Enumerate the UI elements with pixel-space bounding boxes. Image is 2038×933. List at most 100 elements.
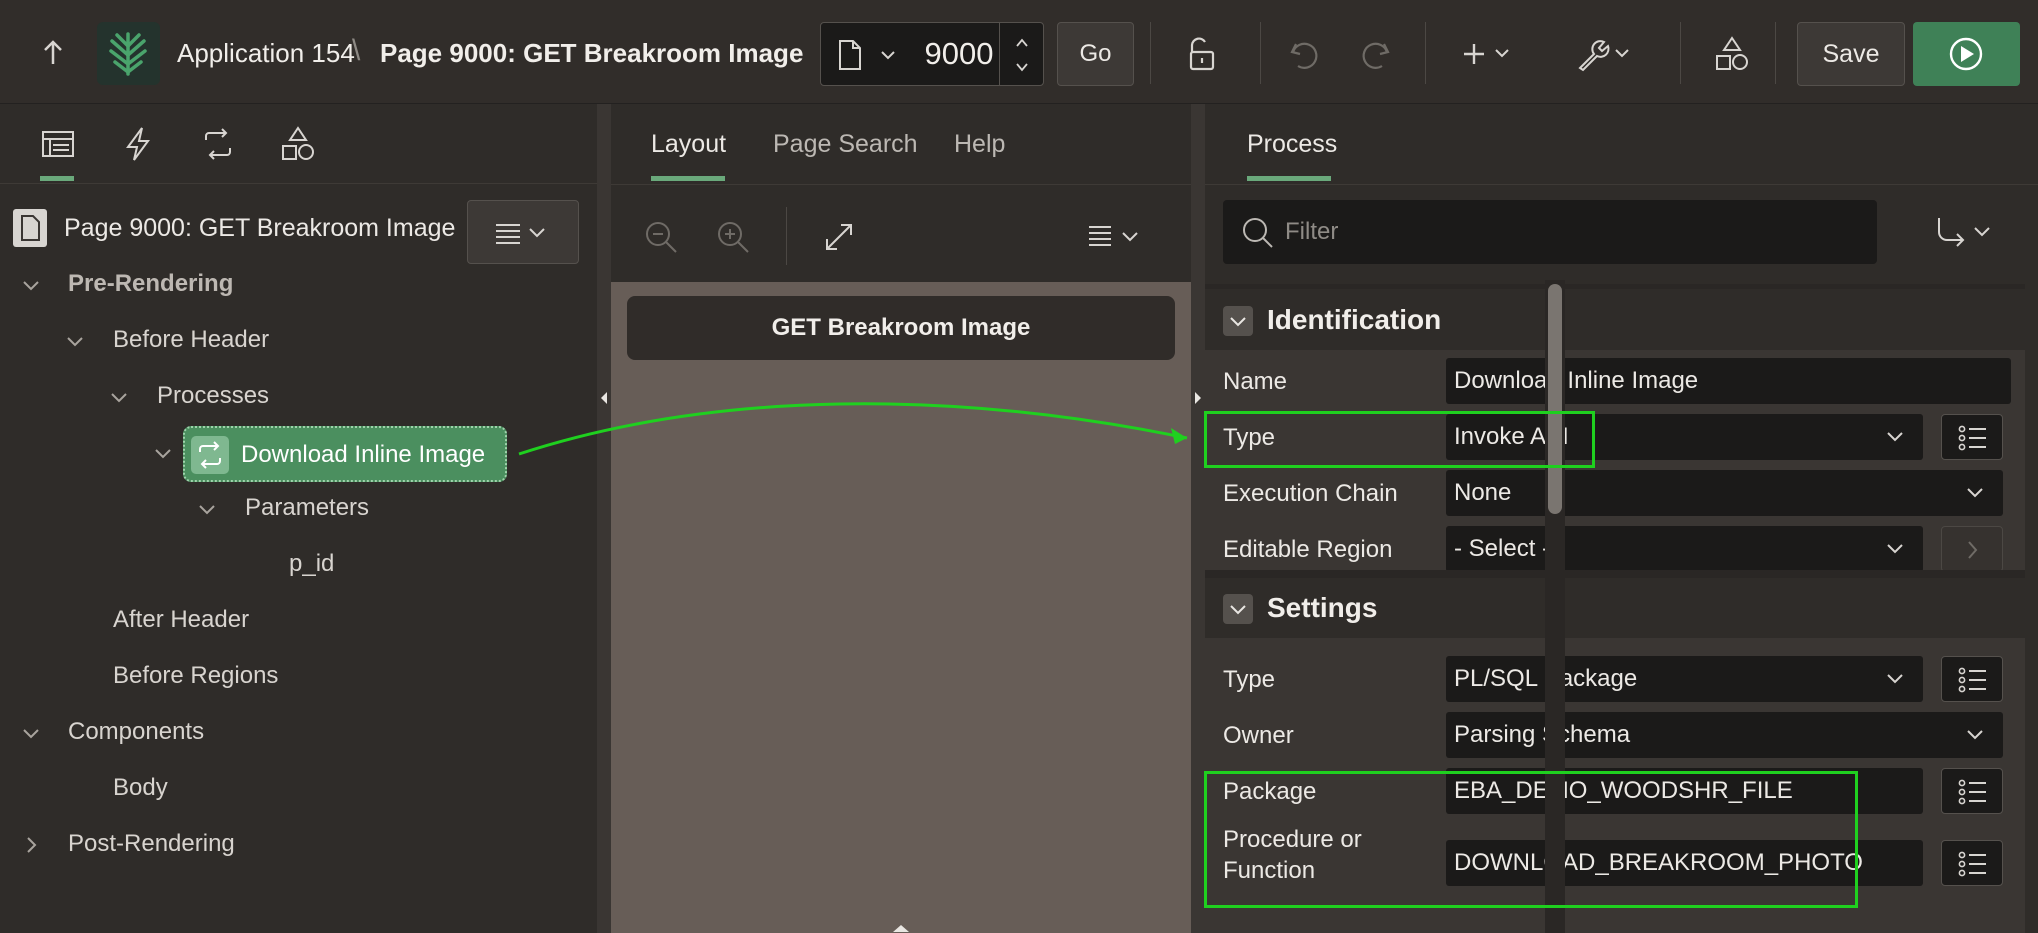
chevron-down-icon[interactable]	[64, 330, 86, 352]
tab-help[interactable]: Help	[954, 130, 1005, 159]
name-field[interactable]: Download Inline Image	[1446, 358, 2011, 404]
execution-chain-label: Execution Chain	[1223, 480, 1398, 507]
annotation-arrow	[518, 402, 1188, 456]
package-label: Package	[1223, 778, 1317, 805]
collapse-icon[interactable]	[1223, 306, 1253, 336]
center-tabs: Layout Page Search Help	[611, 104, 1191, 184]
owner-select[interactable]: Parsing Schema	[1446, 712, 2003, 758]
go-button[interactable]: Go	[1057, 22, 1134, 86]
tree-menu-button[interactable]	[467, 200, 579, 264]
chevron-down-icon[interactable]	[108, 386, 130, 408]
identification-title: Identification	[1267, 304, 1442, 335]
identification-header[interactable]: Identification	[1205, 290, 2025, 350]
right-splitter[interactable]	[1191, 104, 1205, 933]
settings-type-select[interactable]: PL/SQL Package	[1446, 656, 1923, 702]
tree-node-post-rendering[interactable]: Post-Rendering	[68, 830, 235, 858]
region-title-bar[interactable]: GET Breakroom Image	[627, 296, 1175, 360]
go-to-region-button[interactable]	[1941, 526, 2003, 572]
chevron-down-icon[interactable]	[196, 498, 218, 520]
shapes-icon[interactable]	[1712, 34, 1752, 74]
procedure-field[interactable]: DOWNLOAD_BREAKROOM_PHOTO	[1446, 840, 1923, 886]
owner-value: Parsing Schema	[1454, 721, 1631, 748]
create-menu-icon[interactable]	[1462, 34, 1522, 74]
app-logo-icon[interactable]	[97, 22, 160, 85]
collapse-icon[interactable]	[1223, 594, 1253, 624]
go-to-group-menu-icon[interactable]	[1925, 210, 2015, 254]
layout-canvas: GET Breakroom Image	[611, 282, 1191, 933]
execution-chain-select[interactable]: None	[1446, 470, 2003, 516]
arrow-up-icon[interactable]	[36, 36, 70, 70]
caret-up-icon[interactable]	[889, 922, 913, 933]
tree-node-before-header[interactable]: Before Header	[113, 326, 269, 354]
chevron-down-icon[interactable]	[20, 274, 42, 296]
tab-process[interactable]: Process	[1247, 130, 1337, 159]
app-name-link[interactable]: Application 154	[177, 38, 355, 69]
tree-node-selected-process[interactable]: Download Inline Image	[183, 426, 507, 482]
filter-input[interactable]	[1285, 210, 1845, 254]
tab-page-search[interactable]: Page Search	[773, 130, 918, 159]
procedure-label-line2: Function	[1223, 857, 1316, 884]
chevron-up-icon[interactable]	[1014, 35, 1030, 51]
undo-icon[interactable]	[1284, 34, 1324, 74]
page-icon[interactable]	[837, 39, 863, 71]
chevron-down-icon	[1965, 724, 1985, 744]
tab-layout[interactable]: Layout	[651, 130, 726, 159]
active-tab-indicator	[651, 176, 725, 181]
processing-tab-icon[interactable]	[198, 124, 238, 164]
redo-icon[interactable]	[1356, 34, 1396, 74]
chevron-down-icon	[1885, 538, 1905, 558]
layout-menu-icon[interactable]	[1087, 221, 1147, 253]
divider	[1205, 284, 2025, 289]
zoom-in-icon[interactable]	[715, 219, 751, 255]
run-page-button[interactable]	[1913, 22, 2020, 86]
toolbar-divider	[1260, 22, 1261, 84]
unlock-icon[interactable]	[1182, 34, 1222, 74]
editable-region-select[interactable]: - Select -	[1446, 526, 1923, 572]
left-splitter[interactable]	[597, 104, 611, 933]
chevron-down-icon[interactable]	[152, 442, 174, 464]
type-select[interactable]: Invoke API	[1446, 414, 1923, 460]
name-label: Name	[1223, 368, 1288, 395]
tree-node-before-regions[interactable]: Before Regions	[113, 662, 278, 690]
property-groups: Identification Name Download Inline Imag…	[1205, 284, 2025, 933]
zoom-out-icon[interactable]	[643, 219, 679, 255]
tree-node-param[interactable]: p_id	[289, 550, 334, 578]
chevron-down-icon[interactable]	[1014, 59, 1030, 75]
chevron-down-icon[interactable]	[20, 722, 42, 744]
package-list-button[interactable]	[1941, 768, 2003, 814]
chevron-down-icon[interactable]	[879, 41, 897, 69]
breadcrumb-separator: \	[352, 34, 361, 67]
layout-panel: Layout Page Search Help GET Breakroom Im…	[611, 104, 1191, 933]
tree-page-label[interactable]: Page 9000: GET Breakroom Image	[64, 214, 455, 243]
chevron-right-icon[interactable]	[20, 834, 42, 856]
toolbar-divider	[786, 207, 787, 265]
execution-chain-value: None	[1454, 479, 1512, 506]
tree-node-after-header[interactable]: After Header	[113, 606, 249, 634]
procedure-list-button[interactable]	[1941, 840, 2003, 886]
rendering-tab-icon[interactable]	[38, 124, 78, 164]
dynamic-actions-tab-icon[interactable]	[118, 124, 158, 164]
page-icon	[12, 208, 48, 248]
shared-components-tab-icon[interactable]	[278, 124, 318, 164]
scrollbar-thumb[interactable]	[1548, 284, 1562, 514]
settings-type-label: Type	[1223, 666, 1276, 693]
package-field[interactable]: EBA_DEMO_WOODSHR_FILE	[1446, 768, 1923, 814]
chevron-down-icon	[1965, 482, 1985, 502]
settings-type-list-button[interactable]	[1941, 656, 2003, 702]
expand-icon[interactable]	[821, 219, 857, 255]
tree-node-body[interactable]: Body	[113, 774, 168, 802]
save-button[interactable]: Save	[1797, 22, 1905, 86]
tree-node-parameters[interactable]: Parameters	[245, 494, 369, 522]
settings-header[interactable]: Settings	[1205, 578, 2025, 638]
search-icon	[1241, 216, 1275, 250]
page-stepper	[999, 23, 1044, 85]
tree-node-processes[interactable]: Processes	[157, 382, 269, 410]
wrench-menu-icon[interactable]	[1574, 34, 1638, 74]
editable-region-label: Editable Region	[1223, 536, 1393, 563]
page-number-input[interactable]	[909, 31, 1009, 77]
tree-node-components[interactable]: Components	[68, 718, 204, 746]
process-icon	[191, 436, 229, 474]
type-list-button[interactable]	[1941, 414, 2003, 460]
tree-node-pre-rendering[interactable]: Pre-Rendering	[68, 270, 233, 298]
divider	[1205, 570, 2025, 578]
